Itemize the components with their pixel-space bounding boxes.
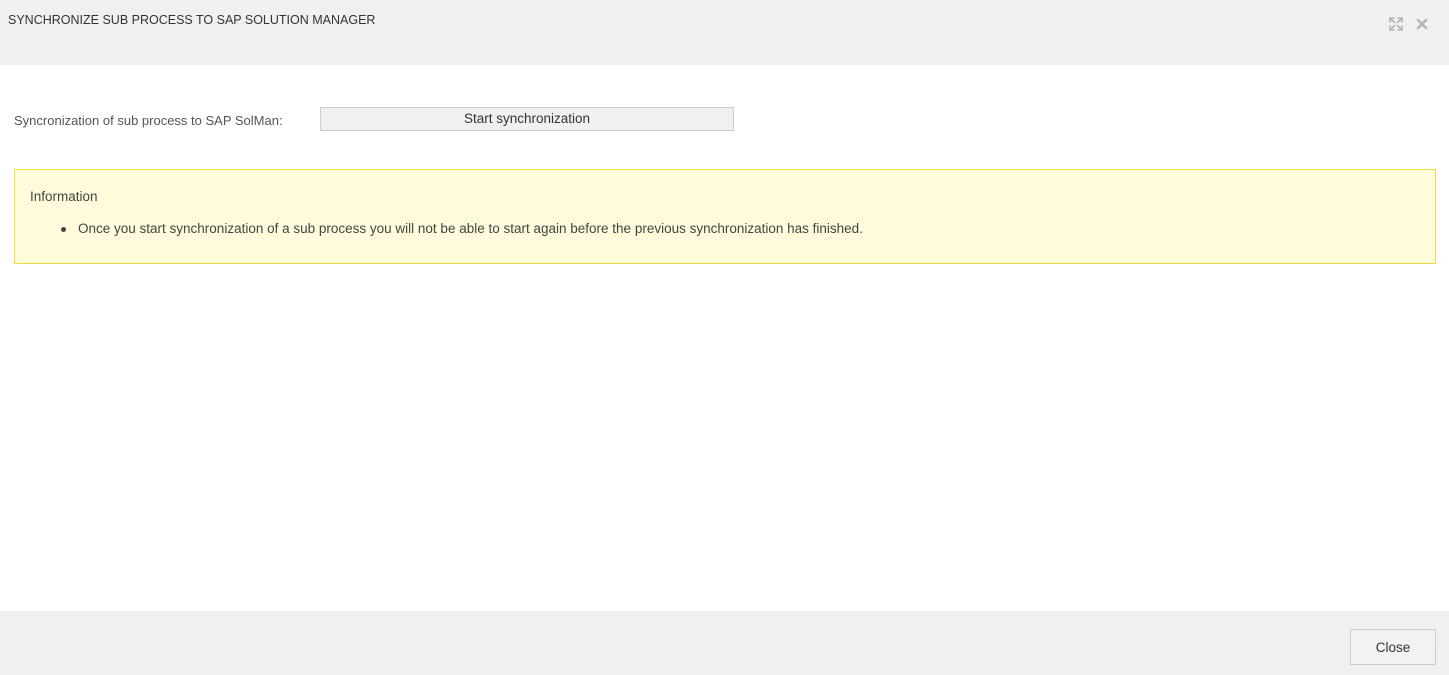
sync-dialog: SYNCHRONIZE SUB PROCESS TO SAP SOLUTION … <box>0 0 1449 675</box>
dialog-header: SYNCHRONIZE SUB PROCESS TO SAP SOLUTION … <box>0 0 1449 65</box>
information-item-text: Once you start synchronization of a sub … <box>78 221 863 236</box>
sync-label: Syncronization of sub process to SAP Sol… <box>14 113 283 128</box>
information-box: Information Once you start synchronizati… <box>14 169 1436 264</box>
bullet-icon <box>61 227 66 232</box>
information-item: Once you start synchronization of a sub … <box>30 221 863 236</box>
start-synchronization-button[interactable]: Start synchronization <box>320 107 734 131</box>
information-list: Once you start synchronization of a sub … <box>30 221 863 236</box>
close-icon[interactable] <box>1414 16 1430 32</box>
information-title: Information <box>30 189 98 204</box>
dialog-title: SYNCHRONIZE SUB PROCESS TO SAP SOLUTION … <box>8 13 376 27</box>
close-button[interactable]: Close <box>1350 629 1436 665</box>
dialog-footer: Close <box>0 611 1449 675</box>
dialog-body: Syncronization of sub process to SAP Sol… <box>0 65 1449 611</box>
maximize-icon[interactable] <box>1388 16 1404 32</box>
